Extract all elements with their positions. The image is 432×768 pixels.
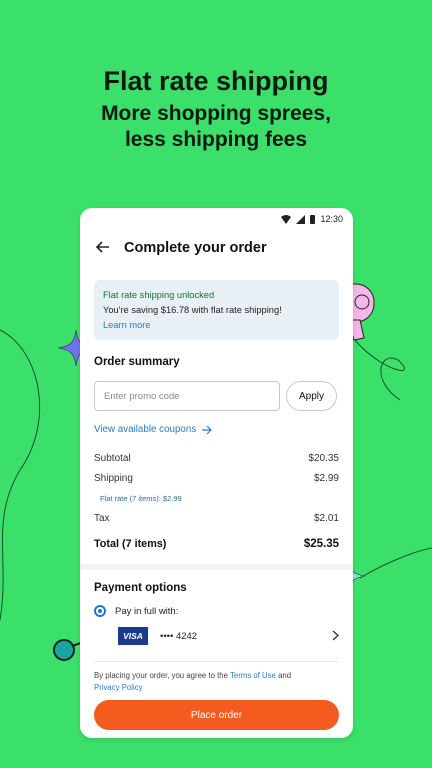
phone-screen: 12:30 Complete your order Flat rate ship… bbox=[80, 208, 353, 738]
legal-prefix: By placing your order, you agree to the bbox=[94, 671, 230, 680]
payment-options-title: Payment options bbox=[94, 582, 187, 594]
legal-and: and bbox=[275, 671, 292, 680]
battery-icon bbox=[310, 214, 316, 224]
promo-code-input[interactable] bbox=[94, 381, 280, 411]
chevron-right-icon bbox=[332, 628, 340, 644]
subtotal-label: Subtotal bbox=[94, 452, 131, 464]
subtotal-row: Subtotal $20.35 bbox=[94, 448, 339, 468]
flat-rate-banner: Flat rate shipping unlocked You're savin… bbox=[94, 280, 339, 340]
headline-subtitle-line2: less shipping fees bbox=[124, 128, 308, 151]
shipping-note: Flat rate (7 items): $2.99 bbox=[100, 493, 182, 503]
radio-selected-icon[interactable] bbox=[94, 605, 106, 617]
tax-value: $2.01 bbox=[313, 512, 339, 524]
tax-label: Tax bbox=[94, 512, 110, 524]
tax-row: Tax $2.01 bbox=[94, 508, 339, 528]
pay-in-full-option[interactable]: Pay in full with: bbox=[94, 605, 339, 617]
status-bar: 12:30 bbox=[80, 208, 353, 230]
total-label: Total (7 items) bbox=[94, 538, 167, 550]
signal-icon bbox=[296, 214, 306, 224]
page-title: Complete your order bbox=[124, 240, 267, 256]
total-value: $25.35 bbox=[303, 538, 339, 550]
pay-in-full-label: Pay in full with: bbox=[115, 605, 179, 617]
banner-title: Flat rate shipping unlocked bbox=[103, 290, 215, 300]
visa-card-icon: VISA bbox=[118, 627, 148, 645]
topbar: Complete your order bbox=[80, 230, 353, 266]
order-lines: Subtotal $20.35 Shipping $2.99 Flat rate… bbox=[94, 448, 339, 554]
shipping-row: Shipping $2.99 bbox=[94, 468, 339, 488]
section-divider bbox=[80, 564, 353, 570]
view-coupons-link[interactable]: View available coupons bbox=[94, 424, 353, 435]
promo-row: Apply bbox=[94, 381, 339, 411]
subtotal-value: $20.35 bbox=[308, 452, 339, 464]
legal-text: By placing your order, you agree to the … bbox=[94, 670, 339, 694]
wifi-icon bbox=[281, 214, 292, 224]
shipping-label: Shipping bbox=[94, 472, 133, 484]
view-coupons-label: View available coupons bbox=[94, 424, 197, 435]
learn-more-link[interactable]: Learn more bbox=[103, 318, 330, 333]
card-number: •••• 4242 bbox=[160, 630, 198, 642]
total-row: Total (7 items) $25.35 bbox=[94, 534, 339, 554]
banner-message: You're saving $16.78 with flat rate ship… bbox=[103, 305, 282, 315]
status-time: 12:30 bbox=[320, 214, 343, 224]
place-order-button[interactable]: Place order bbox=[94, 700, 339, 730]
terms-of-use-link[interactable]: Terms of Use bbox=[230, 671, 276, 680]
headline-title: Flat rate shipping bbox=[103, 66, 329, 96]
back-arrow-icon[interactable] bbox=[95, 238, 124, 258]
order-summary-title: Order summary bbox=[94, 356, 180, 368]
payment-card-row[interactable]: VISA •••• 4242 bbox=[118, 627, 340, 645]
shipping-value: $2.99 bbox=[313, 472, 339, 484]
arrow-right-icon bbox=[202, 425, 213, 434]
headline-subtitle: More shopping sprees, less shipping fees bbox=[0, 101, 432, 153]
apply-button[interactable]: Apply bbox=[286, 381, 337, 411]
headline-subtitle-line1: More shopping sprees, bbox=[101, 102, 331, 125]
divider-line bbox=[94, 661, 339, 662]
privacy-policy-link[interactable]: Privacy Policy bbox=[94, 683, 143, 692]
